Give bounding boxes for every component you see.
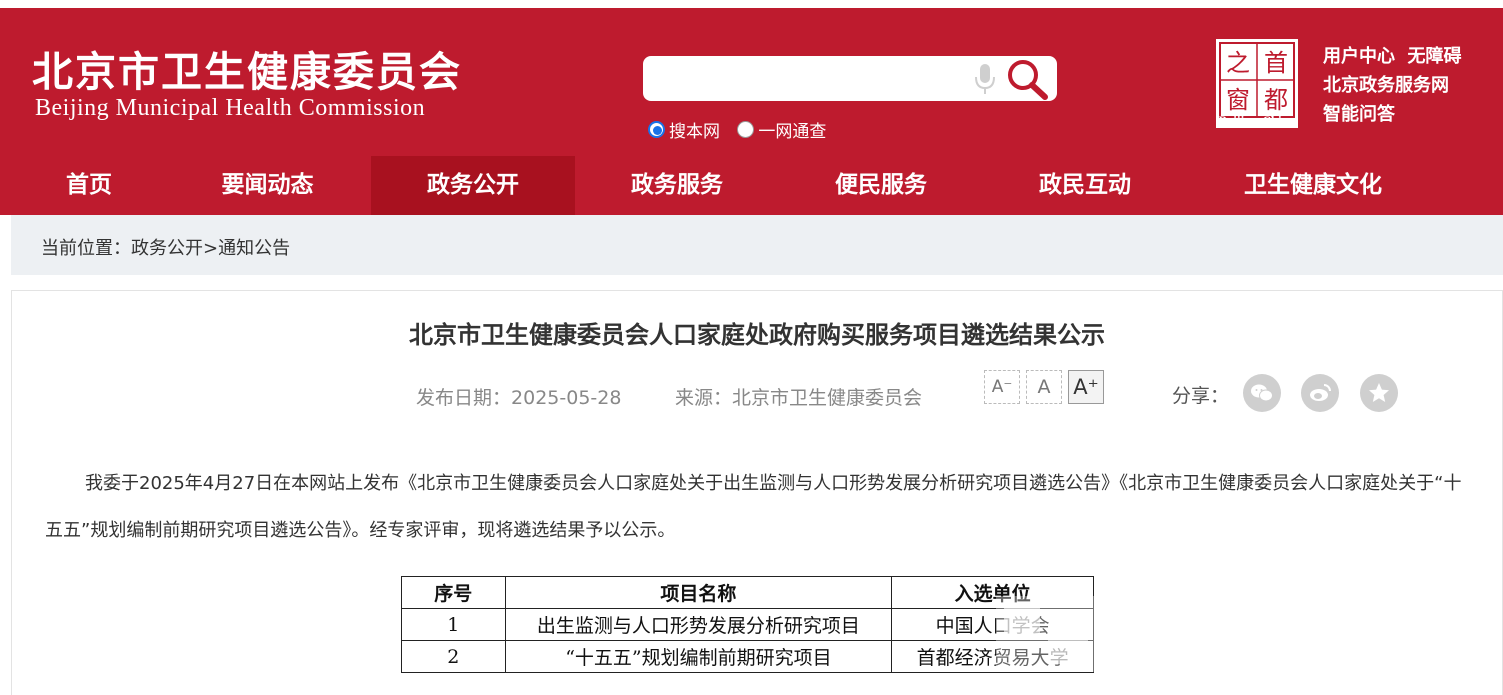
nav-interaction[interactable]: 政民互动 — [983, 156, 1187, 215]
breadcrumb-separator: > — [203, 238, 219, 259]
row-project-name: “十五五”规划编制前期研究项目 — [504, 640, 893, 673]
seal-caption: Beijing-China — [1218, 116, 1296, 127]
weibo-icon[interactable] — [1301, 374, 1339, 412]
nav-health-culture[interactable]: 卫生健康文化 — [1205, 156, 1421, 215]
row-serial: 1 — [401, 608, 506, 641]
breadcrumb-link-notices[interactable]: 通知公告 — [218, 238, 290, 259]
header-project-name: 项目名称 — [504, 576, 893, 609]
search-scope-site[interactable]: 搜本网 — [648, 117, 720, 142]
svg-text:窗: 窗 — [1226, 86, 1250, 114]
svg-text:首: 首 — [1264, 49, 1288, 77]
font-increase-button[interactable]: A⁺ — [1068, 370, 1104, 404]
favorite-star-icon[interactable] — [1360, 374, 1398, 412]
site-logo-en[interactable]: Beijing Municipal Health Commission — [35, 95, 425, 122]
search-input[interactable] — [655, 64, 965, 92]
font-decrease-button[interactable]: A⁻ — [984, 370, 1020, 404]
source-label: 来源： — [675, 387, 733, 409]
row-selected-unit: 中国人口学会 — [891, 608, 1094, 641]
user-center-link[interactable]: 用户中心 — [1323, 46, 1395, 67]
nav-public-services[interactable]: 便民服务 — [779, 156, 983, 215]
microphone-icon[interactable] — [973, 62, 997, 96]
row-project-name: 出生监测与人口形势发展分析研究项目 — [504, 608, 893, 641]
svg-text:都: 都 — [1264, 86, 1288, 114]
article-body: 我委于2025年4月27日在本网站上发布《北京市卫生健康委员会人口家庭处关于出生… — [45, 473, 1462, 541]
search-scope-site-label: 搜本网 — [669, 122, 720, 142]
nav-gov-affairs[interactable]: 政务公开 — [371, 156, 575, 215]
radio-selected-icon[interactable] — [648, 121, 665, 138]
quick-links: 用户中心 无障碍 北京政务服务网 智能问答 — [1323, 42, 1498, 129]
main-nav: 首页 要闻动态 政务公开 政务服务 便民服务 政民互动 卫生健康文化 — [0, 156, 1503, 215]
table-row: 2 “十五五”规划编制前期研究项目 首都经济贸易大学 — [401, 640, 1094, 673]
publish-date-label: 发布日期： — [416, 387, 512, 409]
nav-home[interactable]: 首页 — [0, 156, 178, 215]
row-selected-unit: 首都经济贸易大学 — [891, 640, 1094, 673]
nav-gov-services[interactable]: 政务服务 — [575, 156, 779, 215]
radio-unselected-icon[interactable] — [737, 121, 755, 138]
publish-date: 发布日期：2025-05-28 — [416, 383, 621, 410]
nav-news[interactable]: 要闻动态 — [165, 156, 370, 215]
search-scope-options: 搜本网 一网通查 — [648, 117, 838, 142]
share-label: 分享： — [1172, 385, 1230, 407]
svg-text:之: 之 — [1226, 49, 1250, 77]
source-value: 北京市卫生健康委员会 — [732, 387, 923, 409]
search-scope-all-label: 一网通查 — [758, 122, 827, 142]
breadcrumb-prefix: 当前位置： — [41, 238, 131, 259]
search-icon[interactable] — [1004, 57, 1050, 101]
article-source: 来源：北京市卫生健康委员会 — [675, 383, 922, 410]
publish-date-value: 2025-05-28 — [511, 387, 622, 409]
breadcrumb: 当前位置：政务公开>通知公告 — [41, 234, 290, 260]
table-row: 1 出生监测与人口形势发展分析研究项目 中国人口学会 — [401, 608, 1094, 641]
site-logo-cn[interactable]: 北京市卫生健康委员会 — [32, 38, 462, 98]
row-serial: 2 — [401, 640, 506, 673]
table-header-row: 序号 项目名称 入选单位 — [401, 576, 1094, 609]
header-serial: 序号 — [401, 576, 506, 609]
wechat-icon[interactable] — [1243, 374, 1281, 412]
article-title: 北京市卫生健康委员会人口家庭处政府购买服务项目遴选结果公示 — [409, 321, 1105, 349]
breadcrumb-link-gov-affairs[interactable]: 政务公开 — [131, 238, 203, 259]
results-table: 序号 项目名称 入选单位 1 出生监测与人口形势发展分析研究项目 中国人口学会 … — [401, 576, 1094, 673]
breadcrumb-bar: 当前位置：政务公开>通知公告 — [11, 215, 1503, 275]
top-strip — [0, 0, 1503, 8]
smart-qa-link[interactable]: 智能问答 — [1323, 104, 1395, 125]
accessibility-link[interactable]: 无障碍 — [1408, 46, 1462, 67]
search-scope-all[interactable]: 一网通查 — [737, 117, 826, 142]
gov-service-portal-link[interactable]: 北京政务服务网 — [1323, 75, 1449, 96]
header-selected-unit: 入选单位 — [891, 576, 1094, 609]
font-default-button[interactable]: A — [1026, 370, 1062, 404]
